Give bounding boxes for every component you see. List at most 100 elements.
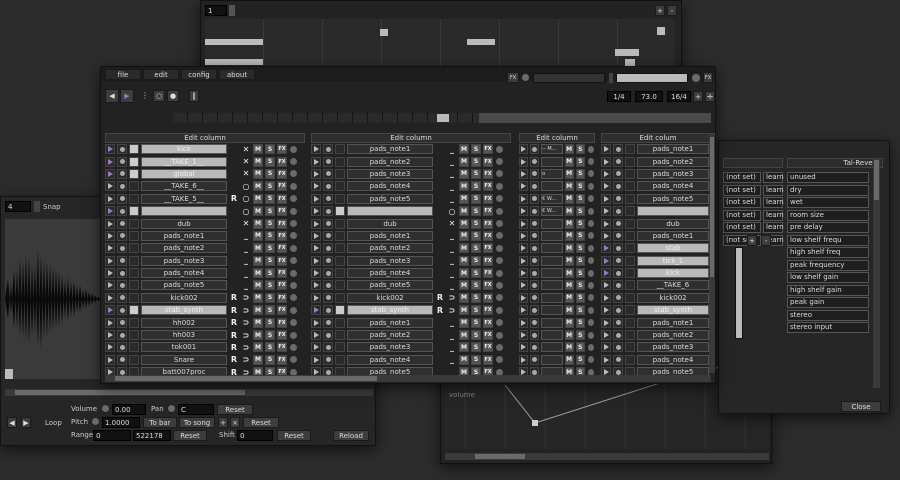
track-color-swatch[interactable] [625,292,635,303]
shift-field[interactable]: 0 [237,430,273,441]
track-name[interactable]: € W... [541,193,563,204]
track-color-swatch[interactable] [335,354,345,365]
track-play-button[interactable] [311,305,321,316]
track-name[interactable] [541,330,563,341]
track-solo-button[interactable]: S [471,268,481,279]
top-add-button[interactable]: + [655,5,665,16]
track-loop-icon[interactable]: _ [447,330,457,340]
track-mute-button[interactable]: M [459,268,469,279]
track-solo-button[interactable]: S [265,181,275,192]
track-color-swatch[interactable] [335,292,345,303]
track-record-button[interactable] [530,268,540,279]
track-volume-knob[interactable] [289,243,298,253]
track-color-swatch[interactable] [625,193,635,204]
track-record-button[interactable] [613,193,623,204]
track-color-swatch[interactable] [335,243,345,254]
track-loop-icon[interactable]: ✕ [241,157,251,167]
track-loop-icon[interactable]: _ [241,243,251,253]
track-name[interactable]: pads_note1 [347,230,433,241]
volume-knob[interactable] [101,404,110,413]
track-play-button[interactable] [519,181,529,192]
track-play-button[interactable] [311,206,321,217]
track-fx-button[interactable]: FX [483,280,493,291]
track-fx-button[interactable]: FX [277,193,287,204]
track-volume-knob[interactable] [586,355,595,365]
track-mute-button[interactable]: M [459,144,469,155]
track-mute-button[interactable]: M [459,280,469,291]
track-loop-icon[interactable]: ⊃ [241,355,251,365]
track-mute-button[interactable]: M [459,354,469,365]
track-volume-knob[interactable] [586,194,595,204]
track-volume-knob[interactable] [495,330,504,340]
track-volume-knob[interactable] [289,231,298,241]
track-solo-button[interactable]: S [575,206,585,217]
track-loop-icon[interactable]: _ [447,243,457,253]
track-play-button[interactable] [105,181,115,192]
main-hscrollbar[interactable] [105,375,711,382]
track-color-swatch[interactable] [129,354,139,365]
track-play-button[interactable] [601,218,611,229]
track-name[interactable] [541,305,563,316]
track-mute-button[interactable]: M [253,206,263,217]
master-fx2-button[interactable]: FX [703,72,713,83]
track-play-button[interactable] [105,305,115,316]
track-record-button[interactable] [530,168,540,179]
track-mode-icon[interactable]: R [229,293,239,303]
track-mode-icon[interactable]: R [229,355,239,365]
track-mute-button[interactable]: M [253,144,263,155]
track-play-button[interactable] [105,144,115,155]
track-volume-knob[interactable] [495,243,504,253]
track-play-button[interactable] [311,168,321,179]
track-record-button[interactable] [530,292,540,303]
track-volume-knob[interactable] [586,268,595,278]
track-name[interactable]: hh002 [141,317,227,328]
track-play-button[interactable] [105,268,115,279]
track-solo-button[interactable]: S [575,168,585,179]
track-record-button[interactable] [613,144,623,155]
track-play-button[interactable] [105,292,115,303]
track-record-button[interactable] [323,144,333,155]
track-play-button[interactable] [311,255,321,266]
track-mode-icon[interactable]: R [229,194,239,204]
track-name[interactable]: pads_note4 [637,354,709,365]
track-mode-icon[interactable]: R [229,330,239,340]
track-record-button[interactable] [530,354,540,365]
track-solo-button[interactable]: S [575,181,585,192]
track-record-button[interactable] [530,243,540,254]
midi-assignment[interactable]: (not set) [723,197,761,208]
track-mute-button[interactable]: M [459,206,469,217]
track-volume-knob[interactable] [586,157,595,167]
column-header[interactable]: Edit column [519,133,595,143]
param-item[interactable]: low shelf gain [787,272,869,283]
track-name[interactable]: pads_note2 [347,330,433,341]
track-mute-button[interactable]: M [253,317,263,328]
track-mute-button[interactable]: M [564,243,574,254]
track-color-swatch[interactable] [335,280,345,291]
track-mute-button[interactable]: M [564,156,574,167]
param-item[interactable]: dry [787,184,869,196]
track-play-button[interactable] [601,156,611,167]
plugin-vscrollbar[interactable] [873,158,880,388]
track-solo-button[interactable]: S [575,330,585,341]
track-name[interactable]: stab_synth [141,305,227,316]
track-solo-button[interactable]: S [471,330,481,341]
track-play-button[interactable] [311,218,321,229]
track-volume-knob[interactable] [495,157,504,167]
track-solo-button[interactable]: S [265,243,275,254]
track-record-button[interactable] [530,342,540,353]
track-color-swatch[interactable] [625,330,635,341]
track-mute-button[interactable]: M [253,181,263,192]
track-mute-button[interactable]: M [253,330,263,341]
track-play-button[interactable] [601,255,611,266]
track-color-swatch[interactable] [129,305,139,316]
track-fx-button[interactable]: FX [277,342,287,353]
automation-hscrollbar[interactable] [445,453,769,460]
track-play-button[interactable] [311,317,321,328]
track-name[interactable]: pads_note3 [141,255,227,266]
track-solo-button[interactable]: S [471,342,481,353]
track-name[interactable]: pads_note1 [637,317,709,328]
time-signature-field[interactable]: 1/4 [607,91,631,102]
track-solo-button[interactable]: S [265,354,275,365]
track-mute-button[interactable]: M [459,218,469,229]
track-loop-icon[interactable]: ○ [241,181,251,191]
